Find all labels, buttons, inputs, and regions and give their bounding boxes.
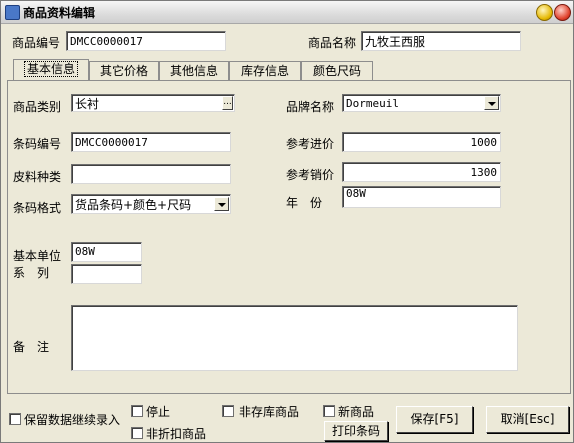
cancel-button[interactable]: 取消[Esc] [486, 406, 569, 433]
keep-data-label: 保留数据继续录入 [24, 413, 121, 427]
base-unit-input[interactable]: 08W [71, 242, 142, 262]
year-label: 年 份 [286, 196, 323, 210]
stop-label: 停止 [146, 405, 171, 419]
cost-price-label: 参考进价 [286, 137, 335, 151]
tab-stock-info[interactable]: 库存信息 [229, 61, 301, 80]
brand-dropdown-icon[interactable] [484, 96, 499, 110]
non-stock-checkbox[interactable] [222, 405, 234, 417]
title-bar: 商品资料编辑 [1, 1, 573, 24]
category-label: 商品类别 [13, 100, 62, 114]
category-browse-button[interactable]: ... [222, 96, 233, 110]
non-discount-label: 非折扣商品 [146, 427, 207, 441]
brand-value: Dormeuil [346, 97, 399, 110]
barcode-format-dropdown-icon[interactable] [214, 197, 229, 211]
product-edit-window: 商品资料编辑 商品编号 DMCC0000017 商品名称 九牧王西服 基本信息 … [0, 0, 574, 443]
tab-other-prices[interactable]: 其它价格 [89, 61, 159, 80]
fabric-type-label: 皮料种类 [13, 170, 62, 184]
window-title: 商品资料编辑 [23, 6, 96, 20]
non-discount-checkbox[interactable] [131, 427, 143, 439]
tab-basic-info[interactable]: 基本信息 [13, 59, 89, 81]
product-code-input[interactable]: DMCC0000017 [66, 31, 226, 51]
minimize-button[interactable] [536, 4, 553, 21]
barcode-format-select[interactable]: 货品条码+颜色+尺码 [71, 194, 231, 214]
barcode-format-label: 条码格式 [13, 201, 62, 215]
close-button[interactable] [554, 4, 571, 21]
product-name-label: 商品名称 [308, 36, 357, 50]
cost-price-input[interactable]: 1000 [342, 132, 501, 152]
save-button[interactable]: 保存[F5] [396, 406, 473, 433]
barcode-label: 条码编号 [13, 137, 62, 151]
stop-checkbox[interactable] [131, 405, 143, 417]
tab-other-info[interactable]: 其他信息 [159, 61, 229, 80]
barcode-input[interactable]: DMCC0000017 [71, 132, 231, 152]
non-stock-label: 非存库商品 [239, 405, 300, 419]
sale-price-input[interactable]: 1300 [342, 162, 501, 182]
series-input[interactable] [71, 264, 142, 284]
category-input[interactable]: 长衬 ... [71, 94, 235, 112]
sale-price-label: 参考销价 [286, 168, 335, 182]
app-icon [5, 5, 20, 20]
new-product-checkbox[interactable] [323, 405, 335, 417]
category-value: 长衬 [75, 97, 100, 111]
base-unit-label: 基本单位 [13, 249, 62, 263]
brand-label: 品牌名称 [286, 100, 335, 114]
keep-data-checkbox[interactable] [9, 413, 21, 425]
brand-select[interactable]: Dormeuil [342, 94, 501, 112]
series-label: 系 列 [13, 266, 50, 280]
barcode-format-value: 货品条码+颜色+尺码 [75, 198, 192, 212]
print-barcode-button[interactable]: 打印条码 [324, 421, 388, 441]
year-input[interactable]: 08W [342, 186, 501, 208]
fabric-type-input[interactable] [71, 164, 231, 184]
remark-label: 备 注 [13, 340, 50, 354]
product-name-input[interactable]: 九牧王西服 [361, 31, 521, 51]
remark-textarea[interactable] [71, 305, 518, 371]
product-code-label: 商品编号 [12, 36, 61, 50]
new-product-label: 新商品 [338, 405, 375, 419]
tab-color-size[interactable]: 颜色尺码 [301, 61, 373, 80]
